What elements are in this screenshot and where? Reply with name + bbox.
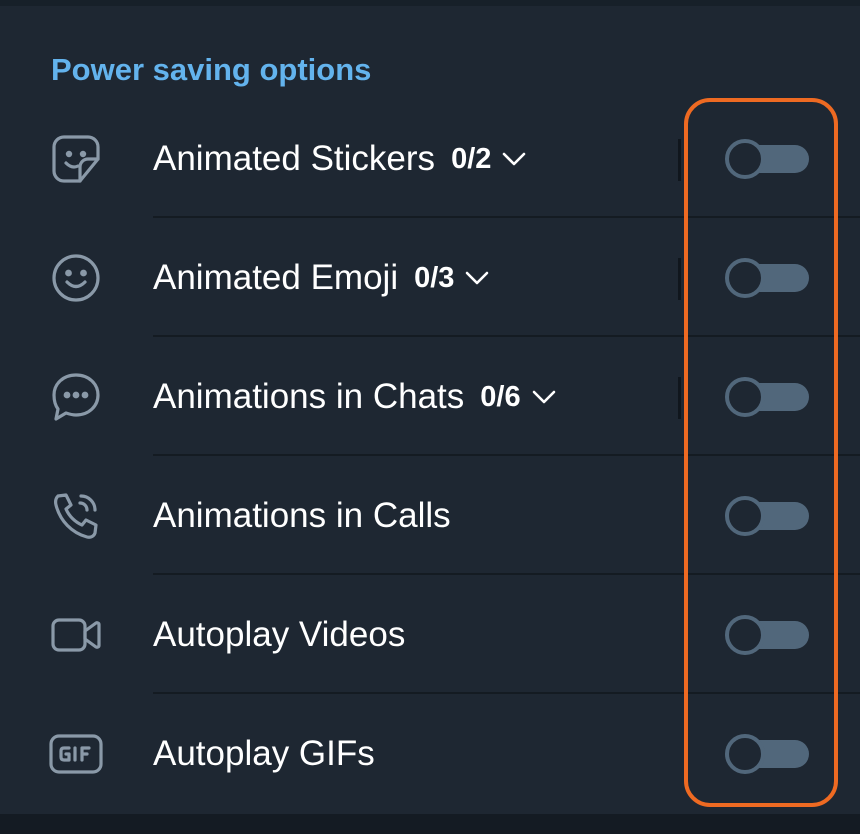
row-label-group: Animated Stickers 0/2 — [153, 137, 527, 181]
toggle-knob — [725, 734, 765, 774]
vertical-separator — [678, 258, 681, 300]
toggle-switch[interactable] — [725, 734, 809, 774]
setting-row-autoplay-videos[interactable]: Autoplay Videos — [0, 575, 860, 694]
sticker-icon — [44, 127, 108, 191]
setting-label: Animations in Calls — [153, 496, 451, 535]
top-edge — [0, 0, 860, 6]
toggle-switch[interactable] — [725, 377, 809, 417]
toggle-knob — [725, 377, 765, 417]
setting-row-animated-stickers[interactable]: Animated Stickers 0/2 — [0, 99, 860, 218]
section-title: Power saving options — [51, 52, 372, 87]
chat-bubble-icon — [44, 365, 108, 429]
toggle-switch[interactable] — [725, 258, 809, 298]
setting-label: Autoplay Videos — [153, 615, 406, 654]
setting-row-autoplay-gifs[interactable]: Autoplay GIFs — [0, 694, 860, 813]
row-label-group: Animations in Calls — [153, 494, 451, 538]
toggle-switch[interactable] — [725, 615, 809, 655]
video-camera-icon — [44, 603, 108, 667]
row-label-group: Autoplay Videos — [153, 613, 405, 657]
setting-label: Autoplay GIFs — [153, 734, 375, 773]
toggle-knob — [725, 139, 765, 179]
toggle-knob — [725, 258, 765, 298]
row-label-group: Autoplay GIFs — [153, 732, 375, 776]
setting-label: Animated Emoji — [153, 258, 399, 297]
chevron-down-icon[interactable] — [501, 137, 527, 181]
count-badge: 0/2 — [451, 143, 492, 175]
power-saving-screen: Power saving options Animated Stickers 0… — [0, 0, 860, 834]
chevron-down-icon[interactable] — [464, 256, 490, 300]
row-label-group: Animated Emoji 0/3 — [153, 256, 490, 300]
bottom-edge — [0, 814, 860, 834]
vertical-separator — [678, 377, 681, 419]
setting-row-animated-emoji[interactable]: Animated Emoji 0/3 — [0, 218, 860, 337]
setting-label: Animated Stickers — [153, 139, 436, 178]
vertical-separator — [678, 139, 681, 181]
count-badge: 0/6 — [480, 381, 521, 413]
toggle-switch[interactable] — [725, 496, 809, 536]
gif-icon — [44, 722, 108, 786]
setting-label: Animations in Chats — [153, 377, 465, 416]
row-label-group: Animations in Chats 0/6 — [153, 375, 557, 419]
setting-row-animations-in-chats[interactable]: Animations in Chats 0/6 — [0, 337, 860, 456]
smiley-icon — [44, 246, 108, 310]
toggle-knob — [725, 615, 765, 655]
chevron-down-icon[interactable] — [531, 375, 557, 419]
toggle-knob — [725, 496, 765, 536]
phone-icon — [44, 484, 108, 548]
toggle-switch[interactable] — [725, 139, 809, 179]
setting-row-animations-in-calls[interactable]: Animations in Calls — [0, 456, 860, 575]
count-badge: 0/3 — [414, 262, 455, 294]
